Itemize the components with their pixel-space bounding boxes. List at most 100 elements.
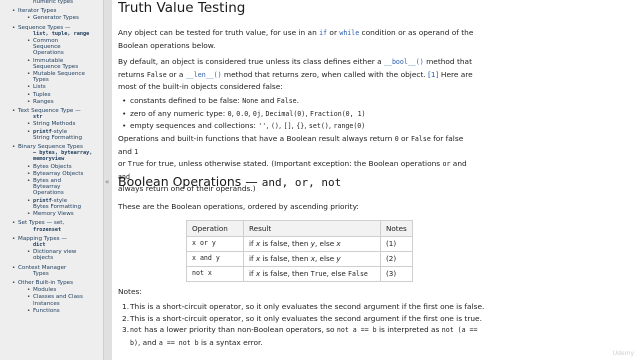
text-run: or bbox=[327, 28, 340, 37]
notes-cell: (1) bbox=[380, 236, 413, 252]
sidebar-item[interactable]: Common bbox=[0, 38, 103, 45]
text-run: , else bbox=[314, 254, 337, 264]
inline-code: False bbox=[276, 97, 297, 105]
doc-link[interactable]: __len__() bbox=[186, 71, 222, 79]
note-item: 3. not has a lower priority than non-Bool… bbox=[122, 324, 486, 349]
table-row: not x if x is false, then True, else Fals… bbox=[186, 266, 413, 282]
inline-code: not (a == bbox=[441, 326, 478, 335]
sidebar-item[interactable]: Tuples bbox=[0, 92, 103, 99]
section-heading-boolean-operations: Boolean Operations — and, or, not bbox=[118, 174, 342, 189]
sidebar-item[interactable]: Functions bbox=[0, 308, 103, 315]
sidebar-item[interactable]: Bytes Formatting bbox=[0, 204, 103, 211]
sidebar-collapse-button[interactable]: « bbox=[103, 0, 112, 360]
sidebar-item[interactable]: str bbox=[0, 114, 103, 121]
sidebar-item[interactable]: Sequence Types bbox=[0, 64, 103, 71]
text-run: and bbox=[450, 159, 467, 169]
sidebar-item[interactable]: memoryview bbox=[0, 156, 103, 163]
inline-code: True bbox=[127, 160, 144, 169]
sidebar-item-label: Set Types — set, bbox=[18, 220, 65, 227]
inline-code: set() bbox=[308, 122, 329, 131]
inline-code: None bbox=[242, 97, 259, 105]
inline-code: range(0) bbox=[333, 122, 366, 131]
sidebar-item[interactable]: String Methods bbox=[0, 121, 103, 128]
sidebar-item-label: Mutable Sequence bbox=[33, 71, 85, 78]
sidebar-item[interactable]: Bytes and bbox=[0, 178, 103, 185]
inline-code: not a == b bbox=[336, 326, 377, 335]
sidebar-item[interactable]: Operations bbox=[0, 190, 103, 197]
text-run: or bbox=[118, 159, 128, 169]
sidebar-item-label: Ranges bbox=[33, 98, 54, 105]
sidebar-item[interactable]: Operations bbox=[0, 50, 103, 57]
inline-code: [] bbox=[283, 122, 292, 131]
sidebar-item[interactable]: Ranges bbox=[0, 99, 103, 106]
sidebar-item-suffix: -style bbox=[51, 128, 68, 135]
sidebar-item[interactable]: printf-style bbox=[0, 129, 103, 136]
boolean-operations-table: Operation Result Notes x or y if x is fal… bbox=[186, 220, 413, 282]
sidebar-item-label: Operations bbox=[33, 50, 64, 57]
sidebar-item[interactable]: Instances bbox=[0, 301, 103, 308]
sidebar-item[interactable]: Set Types — set, bbox=[0, 220, 103, 227]
doc-link[interactable]: if bbox=[319, 29, 327, 37]
sidebar-item[interactable]: list, tuple, range bbox=[0, 31, 103, 38]
operation-cell: x and y bbox=[186, 251, 244, 267]
sidebar-item[interactable]: Context Manager bbox=[0, 265, 103, 272]
sidebar-item[interactable]: objects bbox=[0, 255, 103, 262]
column-header: Operation bbox=[186, 220, 244, 237]
sidebar-item[interactable]: Bytes Objects bbox=[0, 164, 103, 171]
sidebar-item[interactable]: Modules bbox=[0, 287, 103, 294]
doc-link[interactable]: while bbox=[339, 29, 359, 37]
sidebar-item[interactable]: Binary Sequence Types bbox=[0, 144, 103, 151]
sidebar-item[interactable]: numeric types bbox=[0, 0, 103, 6]
sidebar-item-label: Modules bbox=[33, 287, 57, 294]
doc-link[interactable]: [1] bbox=[428, 70, 438, 79]
text-run: method that bbox=[423, 57, 472, 66]
sidebar-item[interactable]: String Formatting bbox=[0, 135, 103, 142]
text-run: for true, unless otherwise stated. (Impo… bbox=[143, 159, 443, 169]
sidebar-item[interactable]: Immutable bbox=[0, 58, 103, 65]
sidebar-item[interactable]: Types bbox=[0, 271, 103, 278]
sidebar-item[interactable]: Sequence Types — bbox=[0, 25, 103, 32]
sidebar-item[interactable]: Iterator Types bbox=[0, 8, 103, 15]
doc-link[interactable]: __bool__() bbox=[384, 58, 424, 66]
sidebar-item[interactable]: Text Sequence Type — bbox=[0, 108, 103, 115]
note-item: 1. This is a short-circuit operator, so i… bbox=[122, 301, 486, 313]
text-run: , else bbox=[326, 268, 349, 278]
sidebar-item[interactable]: Mutable Sequence bbox=[0, 71, 103, 78]
sidebar-item[interactable]: Types bbox=[0, 77, 103, 84]
sidebar-item-label: Text Sequence Type — bbox=[18, 108, 81, 115]
sidebar-item[interactable]: Generator Types bbox=[0, 15, 103, 22]
sidebar-item-label: Sequence Types — bbox=[18, 24, 71, 31]
sidebar-item-label: printf bbox=[33, 128, 52, 135]
table-row: x and y if x is false, then x, else y (2) bbox=[186, 251, 413, 267]
sidebar-item-label: printf bbox=[33, 197, 52, 204]
sidebar-item[interactable]: Classes and Class bbox=[0, 294, 103, 301]
result-cell: if x is false, then True, else False bbox=[243, 266, 381, 282]
inline-code: a == not b bbox=[158, 338, 199, 347]
table-row: x or y if x is false, then y, else x (1) bbox=[186, 236, 413, 252]
intro-paragraph: Any object can be tested for truth value… bbox=[118, 27, 476, 51]
sidebar-item-label: Bytes Objects bbox=[33, 163, 72, 170]
sidebar-item[interactable]: Other Built-in Types bbox=[0, 280, 103, 287]
inline-code: True bbox=[310, 269, 327, 278]
inline-code: Decimal(0) bbox=[265, 109, 306, 118]
sidebar-item[interactable]: Lists bbox=[0, 84, 103, 91]
column-header: Result bbox=[243, 220, 381, 237]
sidebar-item[interactable]: Mapping Types — bbox=[0, 236, 103, 243]
text-run: Operations and built-in functions that h… bbox=[118, 134, 395, 143]
sidebar-item[interactable]: frozenset bbox=[0, 227, 103, 234]
inline-code: b) bbox=[130, 338, 138, 347]
text-run: Boolean operations below. bbox=[118, 40, 216, 50]
sidebar-item-label: Generator Types bbox=[33, 15, 79, 22]
note-number: 3. bbox=[122, 325, 130, 335]
text-run: is false, then bbox=[260, 239, 311, 249]
text-run: This is a short-circuit operator, so it … bbox=[130, 302, 485, 311]
text-run: or a bbox=[166, 69, 186, 79]
sidebar-item[interactable]: printf-style bbox=[0, 198, 103, 205]
sidebar-item[interactable]: Dictionary view bbox=[0, 249, 103, 256]
sidebar-item[interactable]: dict bbox=[0, 242, 103, 249]
text-run: if bbox=[249, 268, 256, 278]
sidebar-item[interactable]: Bytearray Objects bbox=[0, 171, 103, 178]
operation-cell: not x bbox=[186, 266, 244, 282]
sidebar-item[interactable]: Memory Views bbox=[0, 211, 103, 218]
sidebar-item-label: Lists bbox=[33, 84, 46, 91]
